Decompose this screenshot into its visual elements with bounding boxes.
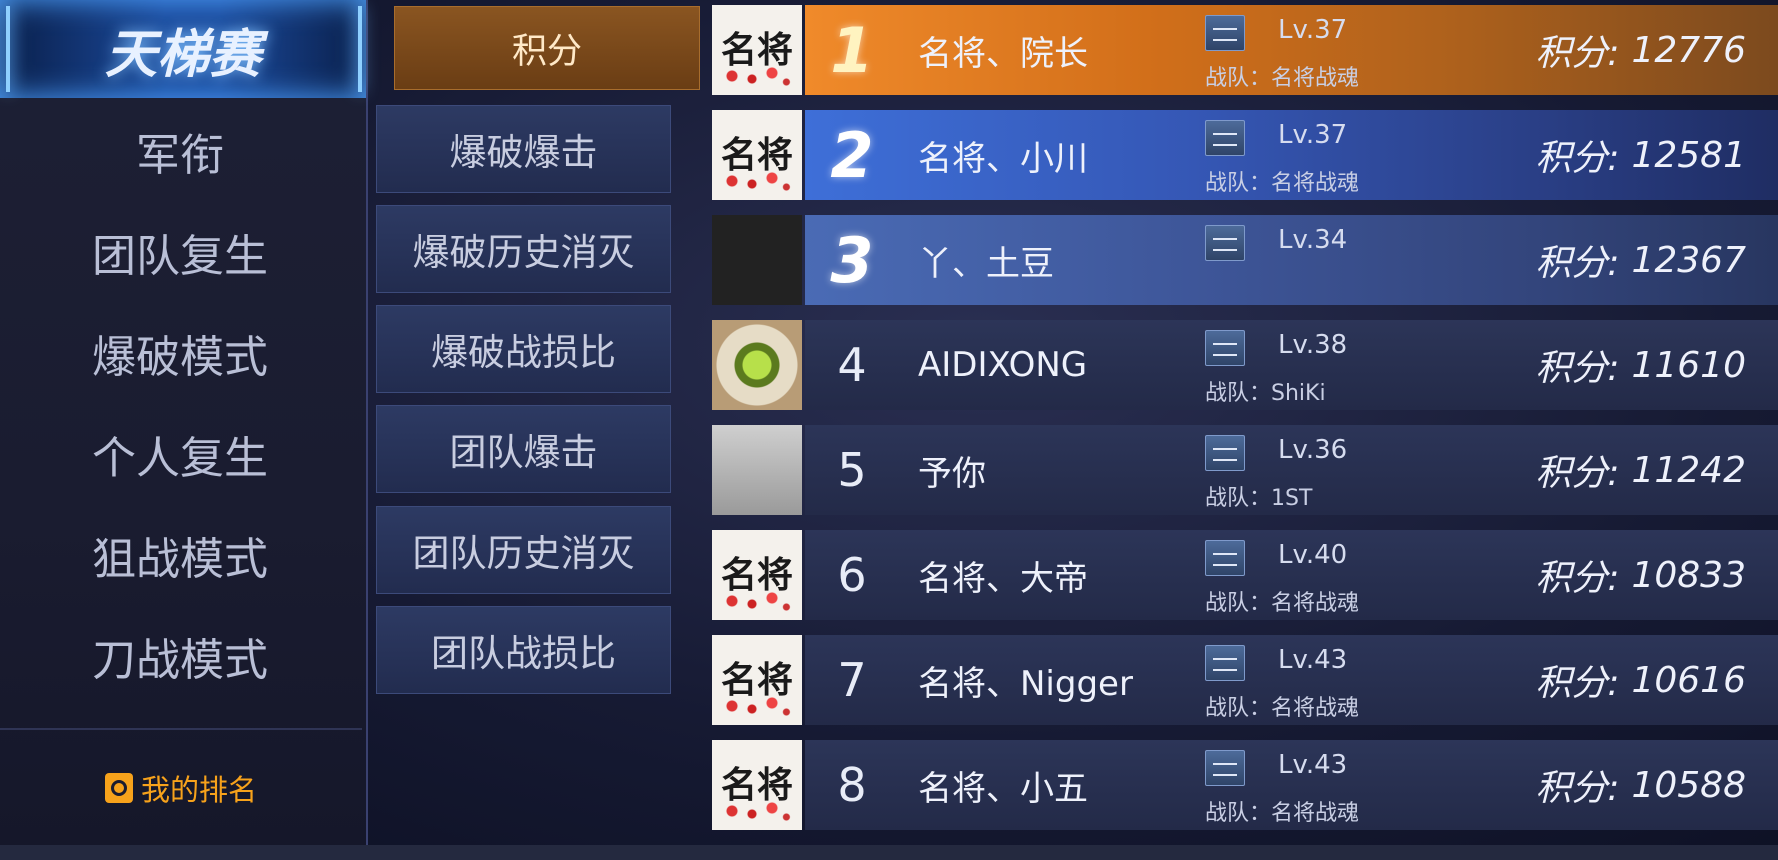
player-level: Lv.34 [1278, 225, 1348, 255]
player-team: 战队：ShiKi [1205, 381, 1326, 406]
score-label: 积分: [1535, 768, 1620, 809]
score-label: 积分: [1535, 663, 1620, 704]
leaderboard-row[interactable]: 3 丫、土豆 Lv.34 积分: 12367 [712, 215, 1778, 307]
player-name: 名将、小五 [918, 768, 1088, 809]
player-level: Lv.38 [1278, 330, 1348, 360]
score-value: 12367 [1631, 239, 1746, 281]
military-rank-icon [1205, 435, 1245, 471]
player-avatar [712, 425, 802, 515]
mode-sidebar: 天梯赛 军衔 团队复生 爆破模式 个人复生 狙战模式 刀战模式 我的排名 [0, 0, 368, 845]
player-level: Lv.36 [1278, 435, 1348, 465]
leaderboard-row[interactable]: 名将 6 名将、大帝 Lv.40 战队：名将战魂 积分: 10833 [712, 530, 1778, 622]
score-label: 积分: [1535, 243, 1620, 284]
player-level: Lv.43 [1278, 750, 1348, 780]
mode-item-team-respawn[interactable]: 团队复生 [0, 201, 360, 302]
leaderboard-row[interactable]: 名将 8 名将、小五 Lv.43 战队：名将战魂 积分: 10588 [712, 740, 1778, 832]
player-avatar: 名将 [712, 110, 802, 200]
military-rank-icon [1205, 750, 1245, 786]
player-score: 积分: 11242 [1535, 425, 1746, 515]
score-value: 12581 [1631, 134, 1746, 176]
rank-number: 1 [830, 13, 874, 87]
tab-score[interactable]: 积分 [394, 6, 700, 90]
rank-number: 2 [830, 118, 874, 192]
player-level: Lv.37 [1278, 15, 1348, 45]
score-value: 11242 [1631, 449, 1746, 491]
player-score: 积分: 10616 [1535, 635, 1746, 725]
tab-demolition-kd-ratio[interactable]: 爆破战损比 [376, 305, 671, 393]
score-value: 10833 [1631, 554, 1746, 596]
rank-number: 8 [837, 758, 867, 812]
player-avatar [712, 215, 802, 305]
my-rank-label: 我的排名 [140, 772, 257, 807]
player-level: Lv.43 [1278, 645, 1348, 675]
player-name: AIDIXONG [918, 345, 1088, 385]
player-name: 名将、Nigger [918, 663, 1133, 704]
leaderboard-row[interactable]: 名将 7 名将、Nigger Lv.43 战队：名将战魂 积分: 10616 [712, 635, 1778, 727]
leaderboard-row[interactable]: 4 AIDIXONG Lv.38 战队：ShiKi 积分: 11610 [712, 320, 1778, 412]
player-team: 战队：名将战魂 [1205, 66, 1360, 91]
mode-item-solo-respawn[interactable]: 个人复生 [0, 403, 360, 504]
player-avatar [712, 320, 802, 410]
player-score: 积分: 10588 [1535, 740, 1746, 830]
location-pin-icon [104, 772, 133, 803]
mode-item-demolition[interactable]: 爆破模式 [0, 302, 360, 403]
military-rank-icon [1205, 15, 1245, 51]
rank-number: 5 [837, 443, 867, 497]
player-level: Lv.40 [1278, 540, 1348, 570]
score-label: 积分: [1535, 348, 1620, 389]
rank-number: 6 [837, 548, 867, 602]
player-team: 战队：1ST [1205, 486, 1313, 511]
score-value: 12776 [1631, 29, 1746, 71]
player-team: 战队：名将战魂 [1205, 801, 1360, 826]
player-team: 战队：名将战魂 [1205, 171, 1360, 196]
military-rank-icon [1205, 540, 1245, 576]
score-label: 积分: [1535, 453, 1620, 494]
player-name: 名将、小川 [918, 138, 1088, 179]
score-label: 积分: [1535, 138, 1620, 179]
score-value: 10616 [1631, 659, 1746, 701]
player-name: 丫、土豆 [918, 243, 1054, 284]
rank-number: 7 [837, 653, 867, 707]
rank-number: 3 [830, 223, 874, 297]
player-score: 积分: 10833 [1535, 530, 1746, 620]
military-rank-icon [1205, 645, 1245, 681]
player-avatar: 名将 [712, 530, 802, 620]
sidebar-divider [0, 728, 362, 730]
player-avatar: 名将 [712, 5, 802, 95]
military-rank-icon [1205, 330, 1245, 366]
player-level: Lv.37 [1278, 120, 1348, 150]
my-rank-button[interactable]: 我的排名 [0, 735, 362, 840]
military-rank-icon [1205, 225, 1245, 261]
player-avatar: 名将 [712, 635, 802, 725]
player-name: 予你 [918, 453, 986, 494]
page-title: 天梯赛 [0, 0, 366, 98]
player-avatar: 名将 [712, 740, 802, 830]
tab-team-headshot[interactable]: 团队爆击 [376, 405, 671, 493]
mode-item-rank[interactable]: 军衔 [0, 100, 360, 201]
score-label: 积分: [1535, 33, 1620, 74]
military-rank-icon [1205, 120, 1245, 156]
bottom-strip [0, 845, 1778, 860]
player-score: 积分: 11610 [1535, 320, 1746, 410]
player-team: 战队：名将战魂 [1205, 591, 1360, 616]
mode-item-sniper[interactable]: 狙战模式 [0, 504, 360, 605]
mode-item-knife[interactable]: 刀战模式 [0, 605, 360, 706]
rank-number: 4 [837, 338, 867, 392]
player-score: 积分: 12367 [1535, 215, 1746, 305]
leaderboard-row[interactable]: 名将 2 名将、小川 Lv.37 战队：名将战魂 积分: 12581 [712, 110, 1778, 202]
tab-demolition-total-kills[interactable]: 爆破历史消灭 [376, 205, 671, 293]
score-value: 10588 [1631, 764, 1746, 806]
player-name: 名将、大帝 [918, 558, 1088, 599]
tab-team-kd-ratio[interactable]: 团队战损比 [376, 606, 671, 694]
player-name: 名将、院长 [918, 33, 1088, 74]
leaderboard-row[interactable]: 名将 1 名将、院长 Lv.37 战队：名将战魂 积分: 12776 [712, 5, 1778, 97]
leaderboard-row[interactable]: 5 予你 Lv.36 战队：1ST 积分: 11242 [712, 425, 1778, 517]
tab-team-total-kills[interactable]: 团队历史消灭 [376, 506, 671, 594]
tab-demolition-headshot[interactable]: 爆破爆击 [376, 105, 671, 193]
player-score: 积分: 12581 [1535, 110, 1746, 200]
score-label: 积分: [1535, 558, 1620, 599]
player-score: 积分: 12776 [1535, 5, 1746, 95]
score-value: 11610 [1631, 344, 1746, 386]
player-team: 战队：名将战魂 [1205, 696, 1360, 721]
